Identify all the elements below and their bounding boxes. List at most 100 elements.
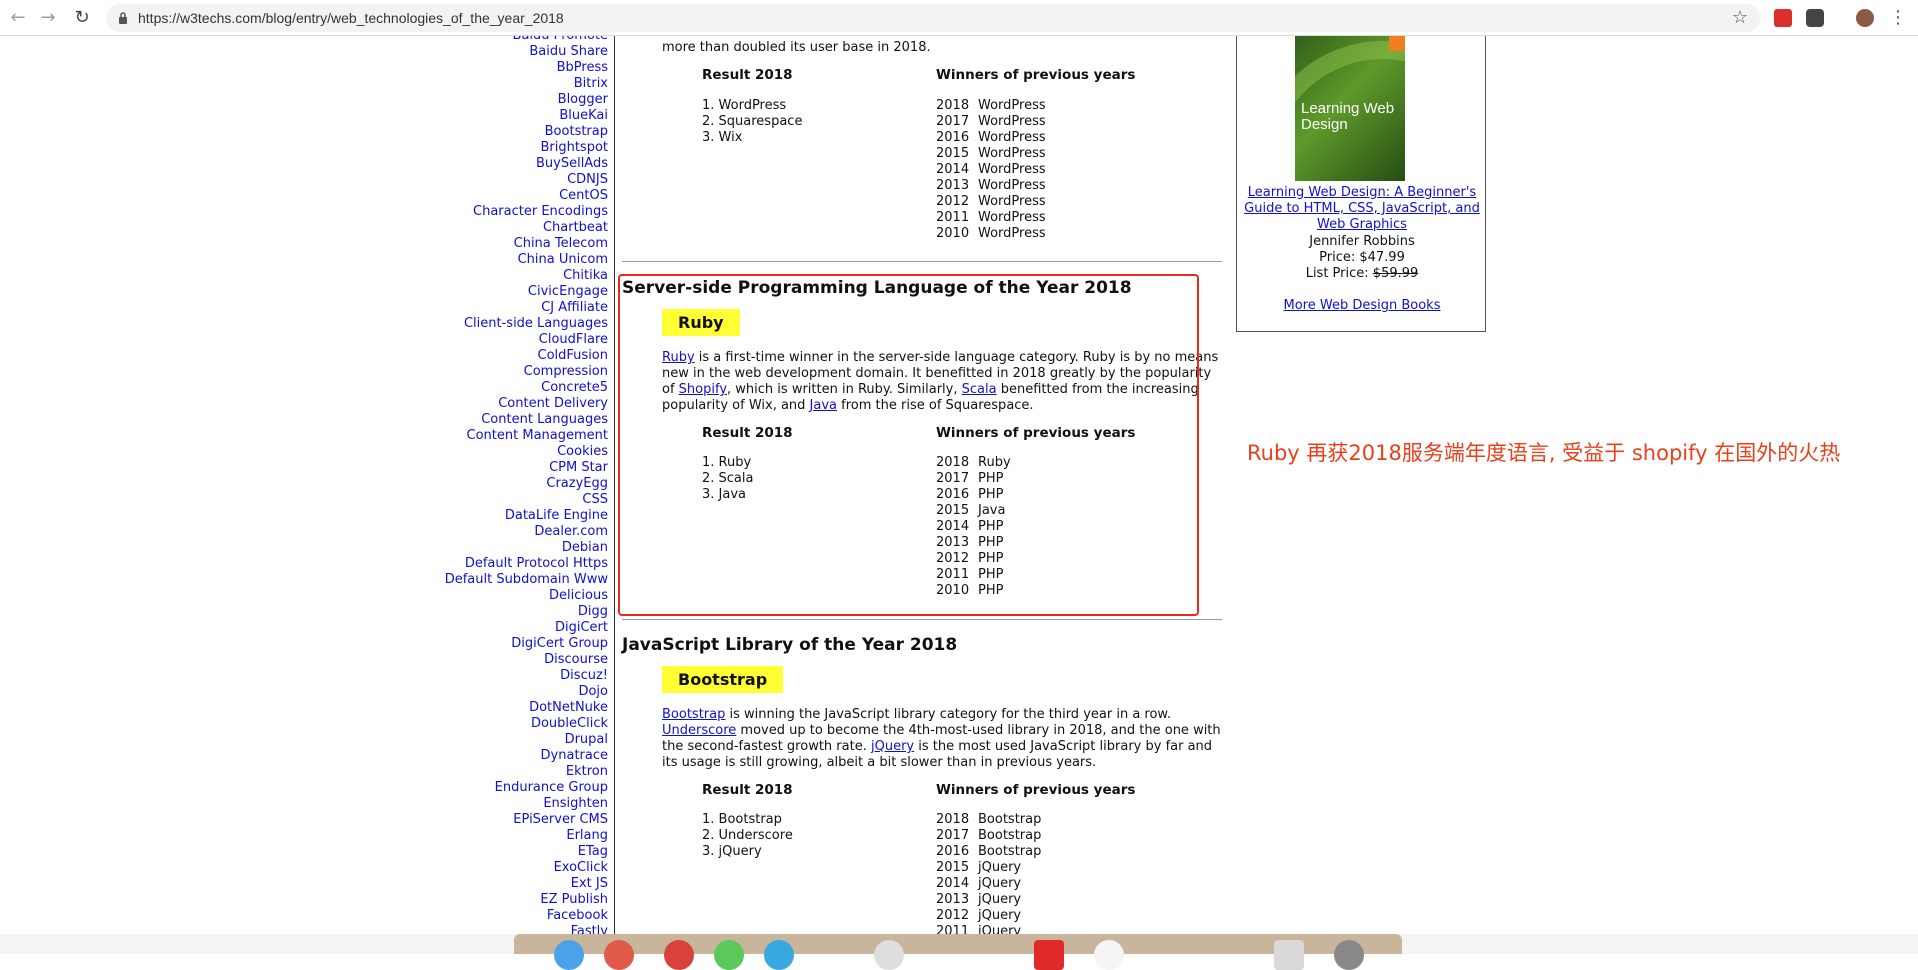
sidebar-link[interactable]: Baidu Promote xyxy=(400,36,608,44)
sidebar-link[interactable]: CentOS xyxy=(400,188,608,204)
sidebar-link[interactable]: Client-side Languages xyxy=(400,316,608,332)
sidebar-link[interactable]: CloudFlare xyxy=(400,332,608,348)
sidebar-link[interactable]: CSS xyxy=(400,492,608,508)
sidebar-link[interactable]: Ext JS xyxy=(400,876,608,892)
menu-icon[interactable]: ⋮ xyxy=(1886,6,1910,30)
sidebar-link[interactable]: ETag xyxy=(400,844,608,860)
prev-winner-name: WordPress xyxy=(978,162,1046,177)
more-books-link[interactable]: More Web Design Books xyxy=(1237,298,1487,314)
sidebar-link[interactable]: Content Management xyxy=(400,428,608,444)
extension-icon[interactable] xyxy=(1774,9,1792,27)
browser-toolbar: ← → ↻ https://w3techs.com/blog/entry/web… xyxy=(0,0,1918,36)
sidebar-link[interactable]: CivicEngage xyxy=(400,284,608,300)
app-icon[interactable] xyxy=(874,940,904,970)
back-icon[interactable]: ← xyxy=(6,6,30,30)
app-icon[interactable] xyxy=(1274,940,1304,970)
sidebar-link[interactable]: BbPress xyxy=(400,60,608,76)
sidebar-link[interactable]: Chitika xyxy=(400,268,608,284)
sidebar-link[interactable]: Dealer.com xyxy=(400,524,608,540)
sidebar-link[interactable]: Discuz! xyxy=(400,668,608,684)
sidebar-link[interactable]: Delicious xyxy=(400,588,608,604)
finder-icon[interactable] xyxy=(554,940,584,970)
sidebar-link[interactable]: Fastly xyxy=(400,924,608,934)
sidebar-link[interactable]: Brightspot xyxy=(400,140,608,156)
prev-winner-row: 2012 jQuery xyxy=(936,908,1041,924)
address-bar[interactable]: https://w3techs.com/blog/entry/web_techn… xyxy=(106,4,1760,32)
prev-winner-name: jQuery xyxy=(978,892,1022,907)
lock-icon xyxy=(119,12,127,24)
sidebar-link[interactable]: BuySellAds xyxy=(400,156,608,172)
sidebar-link[interactable]: Drupal xyxy=(400,732,608,748)
sidebar-link[interactable]: DigiCert Group xyxy=(400,636,608,652)
prev-winner-row: 2017 WordPress xyxy=(936,114,1046,130)
forward-icon[interactable]: → xyxy=(36,6,60,30)
prev-winner-row: 2015 WordPress xyxy=(936,146,1046,162)
underscore-link[interactable]: Underscore xyxy=(662,723,736,738)
sidebar-link[interactable]: Ektron xyxy=(400,764,608,780)
sidebar-link[interactable]: BlueKai xyxy=(400,108,608,124)
sidebar-link[interactable]: DigiCert xyxy=(400,620,608,636)
avatar[interactable] xyxy=(1856,9,1874,27)
prev-winner-row: 2011 WordPress xyxy=(936,210,1046,226)
pocket-icon[interactable] xyxy=(1806,9,1824,27)
sidebar-link[interactable]: Cookies xyxy=(400,444,608,460)
book-ad: Learning Web Design Learning Web Design:… xyxy=(1236,36,1486,332)
sidebar-link[interactable]: Character Encodings xyxy=(400,204,608,220)
sidebar-link[interactable]: Endurance Group xyxy=(400,780,608,796)
sidebar-link[interactable]: Dynatrace xyxy=(400,748,608,764)
sidebar-link[interactable]: DoubleClick xyxy=(400,716,608,732)
prev-winner-name: Bootstrap xyxy=(978,828,1042,843)
sidebar-link[interactable]: Bitrix xyxy=(400,76,608,92)
prev-winner-name: Bootstrap xyxy=(978,844,1042,859)
star-icon[interactable]: ☆ xyxy=(1732,7,1748,29)
jquery-link[interactable]: jQuery xyxy=(871,739,914,754)
sidebar-link[interactable]: Concrete5 xyxy=(400,380,608,396)
sidebar-link[interactable]: ExoClick xyxy=(400,860,608,876)
book-title-link[interactable]: Learning Web Design: A Beginner's Guide … xyxy=(1237,185,1487,233)
sidebar-link[interactable]: Blogger xyxy=(400,92,608,108)
sidebar-link[interactable]: CDNJS xyxy=(400,172,608,188)
sidebar-link[interactable]: Content Languages xyxy=(400,412,608,428)
sidebar-link[interactable]: DotNetNuke xyxy=(400,700,608,716)
sidebar-link[interactable]: CrazyEgg xyxy=(400,476,608,492)
sidebar-link[interactable]: Default Subdomain Www xyxy=(400,572,608,588)
app-icon[interactable] xyxy=(764,940,794,970)
book-cover-image[interactable]: Learning Web Design xyxy=(1295,36,1405,181)
sidebar-link[interactable]: DataLife Engine xyxy=(400,508,608,524)
sidebar-link[interactable]: EZ Publish xyxy=(400,892,608,908)
app-icon[interactable] xyxy=(1094,940,1124,970)
app-icon[interactable] xyxy=(664,940,694,970)
sidebar-link[interactable]: Bootstrap xyxy=(400,124,608,140)
reload-icon[interactable]: ↻ xyxy=(70,6,94,30)
sidebar-link[interactable]: Compression xyxy=(400,364,608,380)
book-list-price: List Price: $59.99 xyxy=(1305,266,1419,281)
sidebar-link[interactable]: Digg xyxy=(400,604,608,620)
sidebar-link[interactable]: Chartbeat xyxy=(400,220,608,236)
sidebar-link[interactable]: CPM Star xyxy=(400,460,608,476)
sidebar-link[interactable]: EPiServer CMS xyxy=(400,812,608,828)
prev-winner-year: 2017 xyxy=(936,114,970,129)
prev-winner-name: Bootstrap xyxy=(978,812,1042,827)
result-item: 1. Bootstrap xyxy=(702,812,782,827)
sidebar-link[interactable]: Facebook xyxy=(400,908,608,924)
sidebar-link[interactable]: Content Delivery xyxy=(400,396,608,412)
sidebar-link[interactable]: Baidu Share xyxy=(400,44,608,60)
section-divider xyxy=(622,619,1222,620)
sidebar-link[interactable]: CJ Affiliate xyxy=(400,300,608,316)
bootstrap-link[interactable]: Bootstrap xyxy=(662,707,725,722)
sidebar-link[interactable]: Discourse xyxy=(400,652,608,668)
prev-winner-row: 2015 jQuery xyxy=(936,860,1041,876)
app-icon[interactable] xyxy=(714,940,744,970)
prev-winner-row: 2014 WordPress xyxy=(936,162,1046,178)
sidebar-link[interactable]: Dojo xyxy=(400,684,608,700)
app-icon[interactable] xyxy=(1034,940,1064,970)
sidebar-link[interactable]: Debian xyxy=(400,540,608,556)
sidebar-link[interactable]: China Unicom xyxy=(400,252,608,268)
app-icon[interactable] xyxy=(604,940,634,970)
trash-icon[interactable] xyxy=(1334,940,1364,970)
sidebar-link[interactable]: Erlang xyxy=(400,828,608,844)
sidebar-link[interactable]: ColdFusion xyxy=(400,348,608,364)
sidebar-link[interactable]: Default Protocol Https xyxy=(400,556,608,572)
sidebar-link[interactable]: China Telecom xyxy=(400,236,608,252)
sidebar-link[interactable]: Ensighten xyxy=(400,796,608,812)
